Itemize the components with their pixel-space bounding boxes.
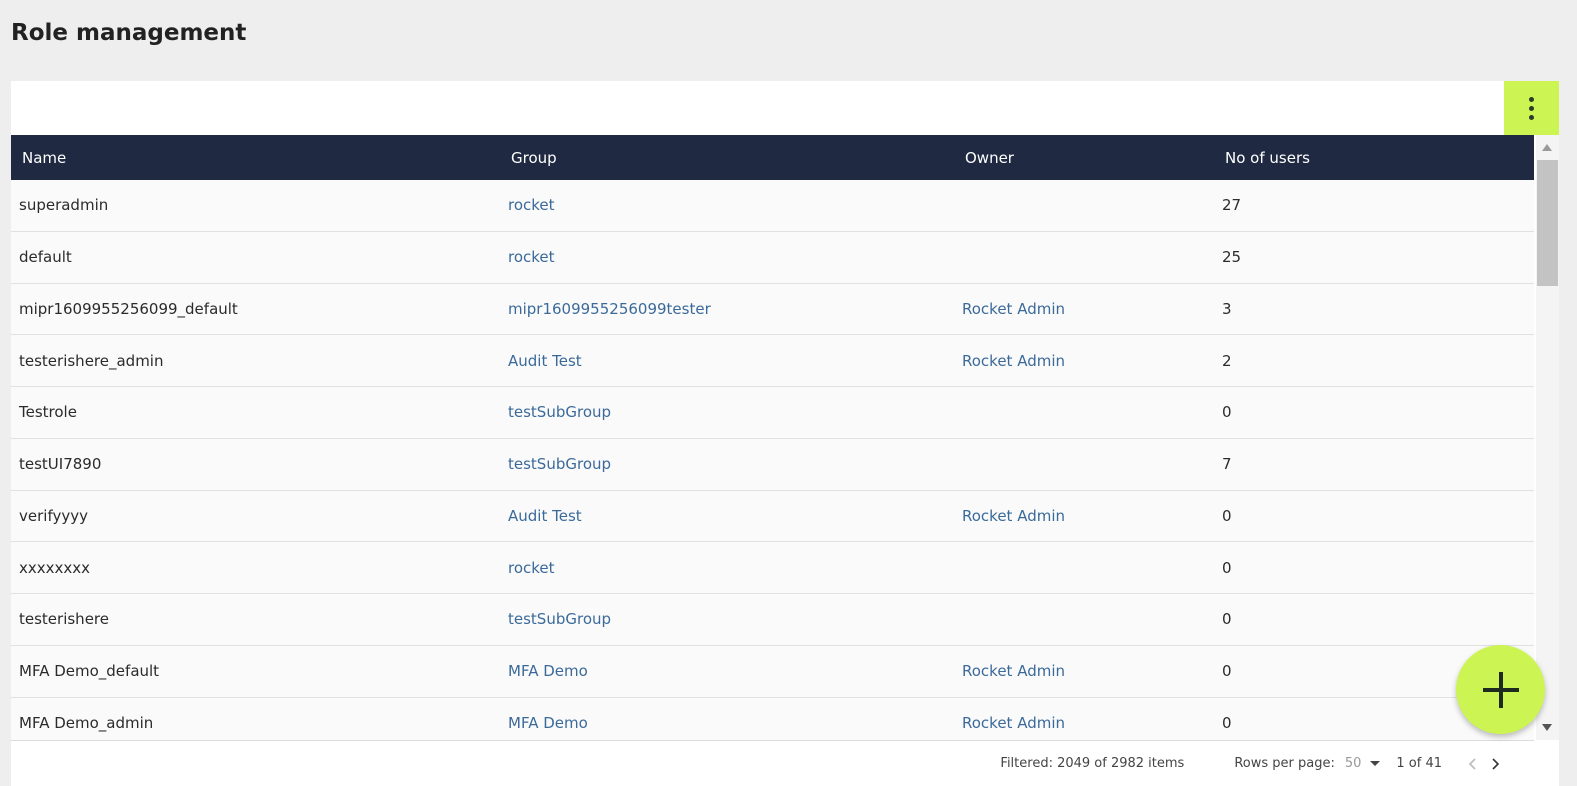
rows-per-page-select[interactable]: 50 — [1345, 756, 1381, 771]
chevron-down-icon — [1370, 761, 1381, 766]
table-row[interactable]: Testrole testSubGroup 0 — [11, 387, 1534, 439]
role-name-cell: xxxxxxxx — [19, 558, 91, 577]
role-name-cell: testerishere — [19, 610, 109, 629]
table-header: Name Group Owner No of users — [11, 135, 1534, 180]
group-link[interactable]: mipr1609955256099tester — [500, 300, 954, 318]
user-count-cell: 2 — [1222, 351, 1232, 370]
chevron-left-icon — [1468, 757, 1476, 770]
table-row[interactable]: default rocket 25 — [11, 231, 1534, 284]
chevron-right-icon — [1492, 757, 1500, 770]
rows-per-page-value: 50 — [1344, 756, 1362, 771]
scroll-down-arrow-icon[interactable] — [1542, 724, 1552, 731]
role-name-cell: MFA Demo_default — [19, 662, 160, 681]
table-row[interactable]: testerishere_admin Audit Test Rocket Admin… — [11, 335, 1534, 387]
group-link[interactable]: testSubGroup — [500, 455, 954, 473]
table-row[interactable]: MFA Demo_default MFA Demo Rocket Admin 0 — [11, 645, 1534, 698]
table-row[interactable]: MFA Demo_admin MFA Demo Rocket Admin 0 — [11, 697, 1534, 740]
table-row[interactable]: verifyyyy Audit Test Rocket Admin 0 — [11, 490, 1534, 543]
table-row[interactable]: xxxxxxxx rocket 0 — [11, 542, 1534, 594]
user-count-cell: 0 — [1222, 403, 1232, 422]
table-body: superadmin rocket 27 default rocket 25 mipr160… — [11, 180, 1534, 740]
role-name-cell: mipr1609955256099_default — [19, 299, 238, 318]
previous-page-button[interactable] — [1464, 754, 1480, 774]
table-row[interactable]: testUI7890 testSubGroup 7 — [11, 438, 1534, 491]
table-row[interactable]: superadmin rocket 27 — [11, 180, 1534, 232]
plus-icon — [1482, 671, 1519, 708]
table-row[interactable]: mipr1609955256099_default mipr16099552560… — [11, 283, 1534, 336]
user-count-cell: 25 — [1222, 248, 1242, 267]
role-name-cell: testUI7890 — [19, 455, 102, 474]
owner-link[interactable]: Rocket Admin — [954, 300, 1214, 318]
next-page-button[interactable] — [1488, 754, 1504, 774]
column-header-name[interactable]: Name — [11, 149, 500, 167]
column-header-users[interactable]: No of users — [1214, 149, 1534, 167]
group-link[interactable]: Audit Test — [500, 507, 954, 525]
table-row[interactable]: testerishere testSubGroup 0 — [11, 594, 1534, 646]
role-name-cell: testerishere_admin — [19, 351, 164, 370]
more-options-button[interactable] — [1504, 81, 1559, 135]
owner-link[interactable]: Rocket Admin — [954, 507, 1214, 525]
page-title: Role management — [11, 20, 247, 46]
filtered-count: Filtered: 2049 of 2982 items — [1000, 756, 1185, 771]
table-footer: Filtered: 2049 of 2982 items Rows per pa… — [11, 740, 1534, 786]
user-count-cell: 0 — [1222, 558, 1232, 577]
user-count-cell: 3 — [1222, 299, 1232, 318]
add-role-button[interactable] — [1456, 645, 1545, 734]
group-link[interactable]: testSubGroup — [500, 403, 954, 421]
user-count-cell: 7 — [1222, 455, 1232, 474]
rows-per-page-label: Rows per page: — [1234, 756, 1335, 771]
page-info: 1 of 41 — [1396, 756, 1442, 771]
scroll-thumb[interactable] — [1537, 160, 1558, 286]
group-link[interactable]: MFA Demo — [500, 662, 954, 680]
vertical-scrollbar[interactable] — [1536, 135, 1559, 740]
role-name-cell: MFA Demo_admin — [19, 713, 154, 732]
group-link[interactable]: testSubGroup — [500, 610, 954, 628]
group-link[interactable]: MFA Demo — [500, 714, 954, 732]
user-count-cell: 0 — [1222, 506, 1232, 525]
scroll-up-arrow-icon[interactable] — [1542, 144, 1552, 151]
group-link[interactable]: rocket — [500, 248, 954, 266]
owner-link[interactable]: Rocket Admin — [954, 352, 1214, 370]
group-link[interactable]: Audit Test — [500, 352, 954, 370]
roles-panel: Name Group Owner No of users superadmin r… — [11, 81, 1559, 786]
user-count-cell: 0 — [1222, 610, 1232, 629]
role-name-cell: Testrole — [19, 403, 77, 422]
column-header-group[interactable]: Group — [500, 149, 954, 167]
more-vertical-icon — [1529, 96, 1534, 120]
role-name-cell: superadmin — [19, 196, 109, 215]
user-count-cell: 27 — [1222, 196, 1242, 215]
column-header-owner[interactable]: Owner — [954, 149, 1214, 167]
group-link[interactable]: rocket — [500, 196, 954, 214]
group-link[interactable]: rocket — [500, 559, 954, 577]
owner-link[interactable]: Rocket Admin — [954, 714, 1214, 732]
owner-link[interactable]: Rocket Admin — [954, 662, 1214, 680]
roles-table: Name Group Owner No of users superadmin r… — [11, 135, 1534, 740]
role-name-cell: verifyyyy — [19, 506, 88, 525]
role-name-cell: default — [19, 248, 72, 267]
